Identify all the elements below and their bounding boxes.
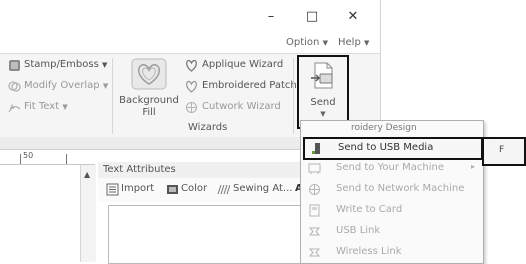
cutwork-icon <box>185 101 198 114</box>
title-bar: – □ ✕ <box>0 0 381 34</box>
help-menu[interactable]: Help ▼ <box>338 37 369 48</box>
heart-icon <box>186 59 197 72</box>
maximize-button[interactable]: □ <box>299 6 325 28</box>
sewing-attributes-icon <box>217 184 230 195</box>
submenu-arrow-icon: ▸ <box>471 162 476 171</box>
partial-menu-header: roidery Design <box>351 123 417 133</box>
machine-icon <box>308 163 321 174</box>
background-fill-icon <box>131 58 167 90</box>
color-label: Color <box>181 183 208 194</box>
overlap-icon <box>8 81 21 92</box>
wizards-group-label: Wizards <box>188 122 228 133</box>
send-to-network-machine-item[interactable]: Send to Network Machine <box>303 180 479 199</box>
vertical-scrollbar[interactable]: ▲ <box>80 165 96 262</box>
send-label: Send <box>310 97 336 108</box>
wireless-link-item[interactable]: Wireless Link <box>303 243 479 262</box>
usb-link-label: USB Link <box>336 225 381 236</box>
svg-text:A: A <box>10 104 15 111</box>
heart-outline-icon <box>186 80 197 93</box>
embroidered-patch-label: Embroidered Patch <box>202 80 297 91</box>
ruler-tick <box>66 154 67 164</box>
menu-bar: Option ▼ Help ▼ <box>0 34 381 53</box>
background-fill-label-2: Fill <box>142 107 156 118</box>
background-fill-label-1: Background <box>119 95 179 106</box>
fit-text-icon: A <box>8 104 21 113</box>
wireless-link-label: Wireless Link <box>336 246 402 257</box>
write-to-card-item[interactable]: Write to Card <box>303 201 479 220</box>
minimize-button[interactable]: – <box>258 6 284 28</box>
ruler: 50 <box>0 150 95 165</box>
stamp-emboss-label: Stamp/Emboss ▼ <box>24 59 108 70</box>
text-attributes-title: Text Attributes <box>103 164 176 175</box>
network-icon <box>309 184 320 195</box>
send-dropdown-menu: roidery Design Send to USB Media Send to… <box>300 120 484 264</box>
send-to-usb-media-item[interactable]: Send to USB Media <box>303 137 483 160</box>
send-to-your-machine-label: Send to Your Machine <box>336 162 444 173</box>
stamp-icon <box>9 60 20 71</box>
shortcut-key-label: F <box>499 145 505 155</box>
fit-text-label: Fit Text ▼ <box>24 101 68 112</box>
send-to-network-machine-label: Send to Network Machine <box>336 183 465 194</box>
cutwork-wizard-label: Cutwork Wizard <box>202 101 281 112</box>
import-icon <box>106 183 119 196</box>
close-button[interactable]: ✕ <box>340 6 366 28</box>
send-to-your-machine-item[interactable]: Send to Your Machine ▸ <box>303 159 479 178</box>
sewing-attributes-label: Sewing At... <box>233 183 293 194</box>
applique-wizard-label: Applique Wizard <box>202 59 284 70</box>
send-icon <box>311 62 333 89</box>
wireless-link-icon <box>308 248 321 257</box>
send-button[interactable]: Send ▼ <box>297 55 349 129</box>
color-icon <box>167 185 178 194</box>
write-to-card-label: Write to Card <box>336 204 403 215</box>
ruler-tick <box>20 154 21 164</box>
modify-overlap-label: Modify Overlap ▼ <box>24 80 109 91</box>
option-menu[interactable]: Option ▼ <box>286 37 328 48</box>
send-dropdown-arrow: ▼ <box>320 110 326 118</box>
import-label: Import <box>121 183 155 194</box>
scroll-up-icon[interactable]: ▲ <box>84 170 90 179</box>
usb-media-icon <box>312 143 320 154</box>
usb-link-icon <box>308 227 321 236</box>
shortcut-key-box: F <box>482 137 526 166</box>
send-to-usb-media-label: Send to USB Media <box>338 142 434 153</box>
ruler-mark: 50 <box>23 151 34 160</box>
usb-link-item[interactable]: USB Link <box>303 222 479 241</box>
ribbon-separator <box>293 58 294 134</box>
card-icon <box>309 204 320 217</box>
ribbon-separator <box>112 58 113 134</box>
background-fill-button[interactable]: Background Fill <box>117 57 181 121</box>
